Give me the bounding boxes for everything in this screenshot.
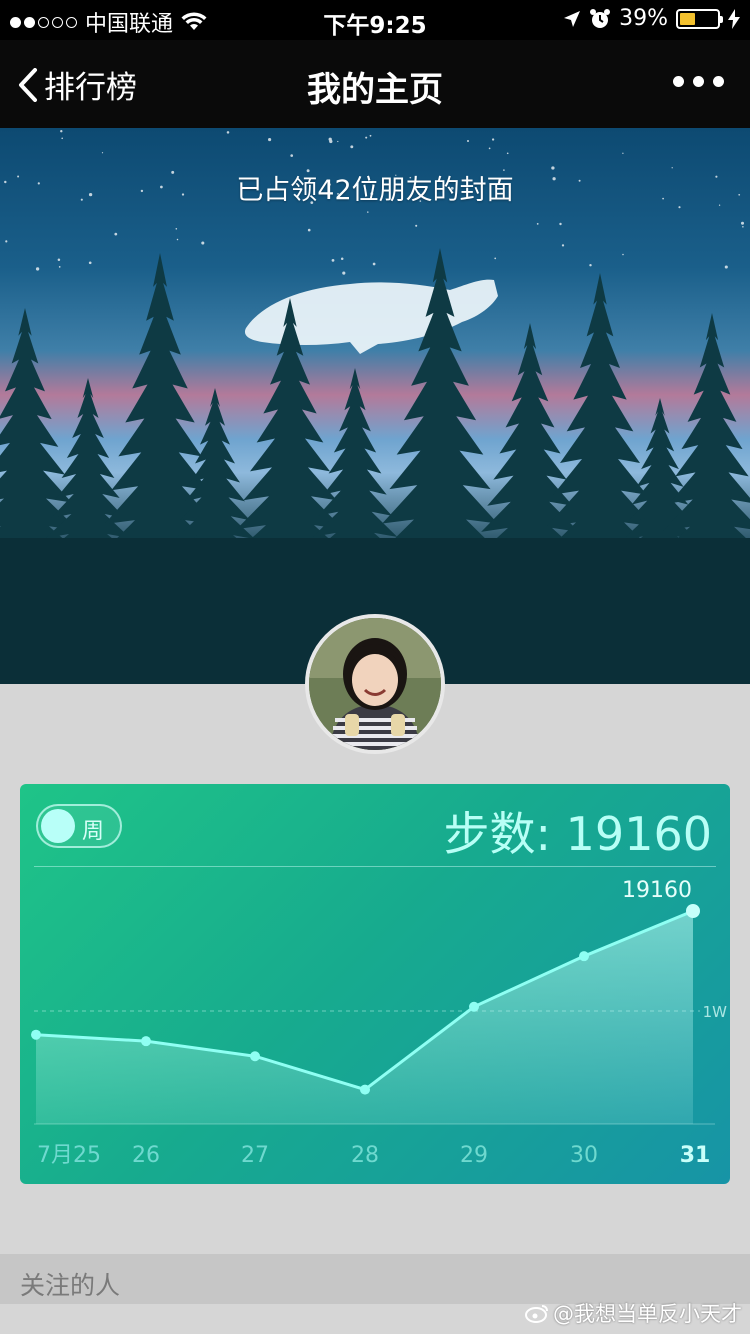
- forest-illustration: [0, 130, 750, 684]
- battery-percent: 39%: [619, 6, 668, 31]
- x-tick-label[interactable]: 27: [241, 1143, 269, 1168]
- data-point[interactable]: [141, 1036, 151, 1047]
- data-point[interactable]: [686, 904, 700, 918]
- following-section-title: 关注的人: [20, 1271, 121, 1300]
- avatar-photo: [309, 618, 441, 750]
- x-tick-label[interactable]: 29: [460, 1143, 488, 1168]
- more-options-icon[interactable]: [673, 76, 724, 87]
- steps-line-chart: 1W 19160 7月25 26 27 28 29 30 31: [31, 878, 728, 1168]
- x-tick-label[interactable]: 26: [132, 1143, 160, 1168]
- weibo-icon: [525, 1305, 548, 1323]
- data-point[interactable]: [469, 1001, 479, 1012]
- data-point[interactable]: [31, 1029, 41, 1040]
- peak-value-label: 19160: [622, 878, 692, 903]
- avatar[interactable]: [305, 614, 445, 754]
- x-tick-label[interactable]: 31: [680, 1143, 711, 1168]
- following-section-header: 关注的人: [0, 1254, 750, 1304]
- data-point[interactable]: [579, 951, 589, 962]
- location-arrow-icon: [564, 10, 581, 27]
- watermark: @我想当单反小天才: [525, 1298, 742, 1328]
- reference-label: 1W: [703, 1003, 728, 1021]
- steps-chart-card: 周 步数: 19160 1W 19160 7月25 26 27 28 29 30 31: [20, 784, 730, 1184]
- status-bar: 中国联通 下午9:25 39%: [0, 0, 750, 40]
- x-tick-label[interactable]: 7月25: [37, 1143, 101, 1168]
- cover-caption: 已占领42位朋友的封面: [236, 175, 514, 206]
- status-right: 39%: [563, 6, 740, 31]
- x-tick-label[interactable]: 28: [351, 1143, 379, 1168]
- data-point[interactable]: [250, 1051, 260, 1062]
- watermark-text: @我想当单反小天才: [553, 1302, 742, 1326]
- x-tick-label[interactable]: 30: [570, 1143, 598, 1168]
- alarm-clock-icon: [590, 8, 611, 28]
- data-point[interactable]: [360, 1084, 370, 1095]
- battery-icon: [676, 8, 723, 29]
- cover-image[interactable]: 已占领42位朋友的封面: [0, 128, 750, 684]
- page-title: 我的主页: [307, 70, 443, 110]
- nav-bar: 排行榜 我的主页: [0, 40, 750, 128]
- charging-bolt-icon: [728, 8, 740, 29]
